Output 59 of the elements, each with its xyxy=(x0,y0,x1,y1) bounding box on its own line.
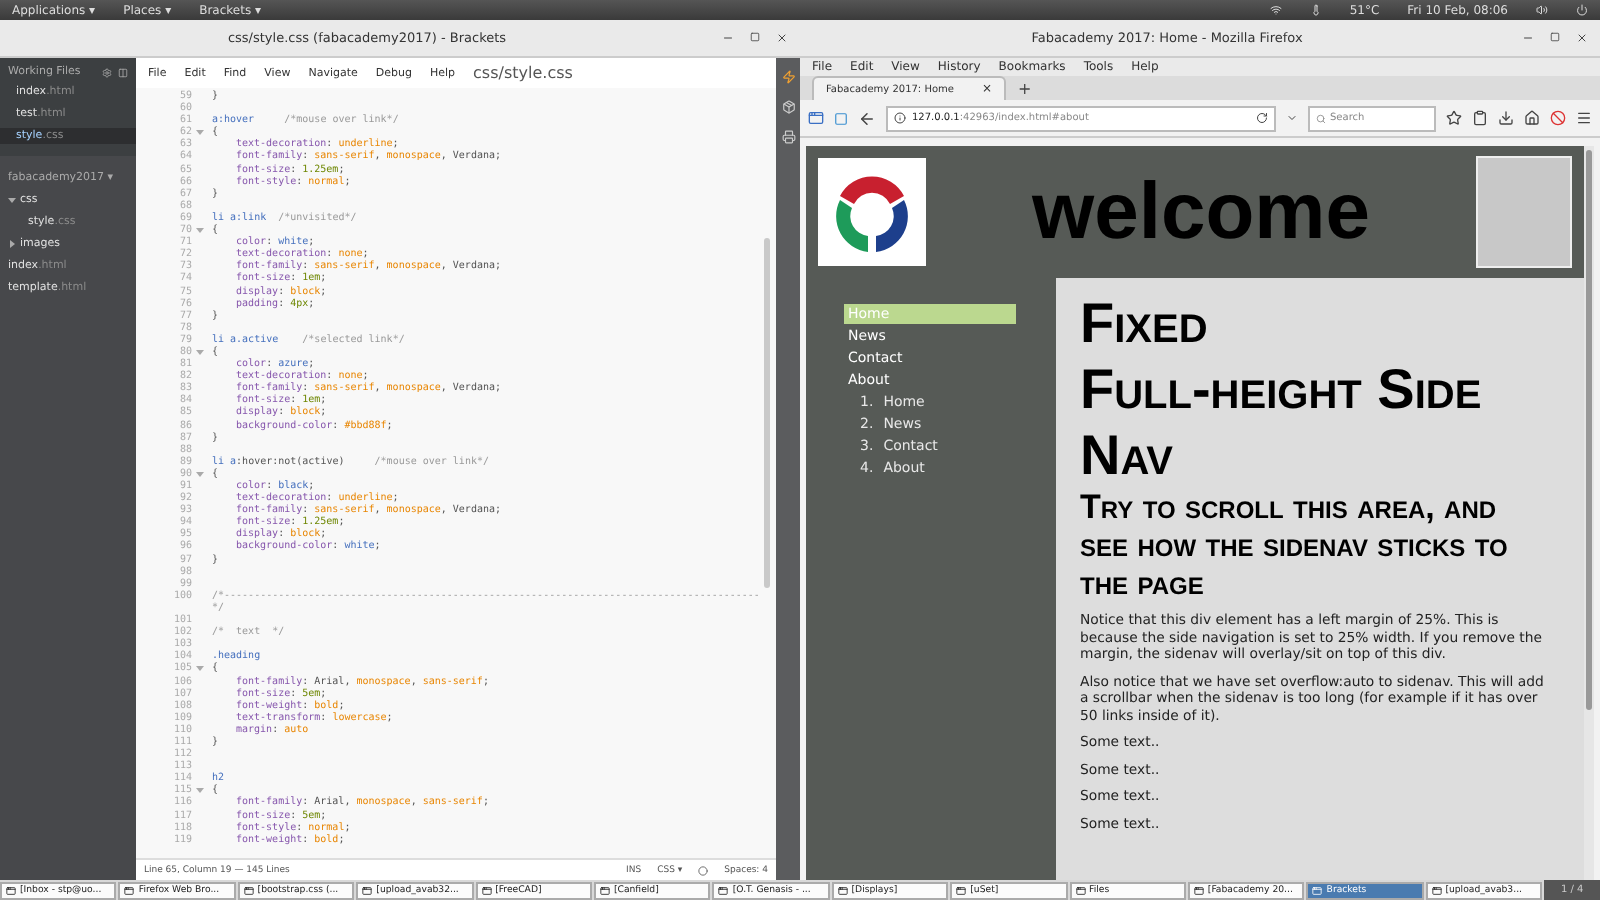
thermometer-icon xyxy=(1309,4,1322,16)
extensions-icon[interactable] xyxy=(781,100,795,114)
page-title: Nav xyxy=(1080,422,1176,488)
app-icon xyxy=(243,885,254,895)
addon-icon[interactable] xyxy=(834,111,848,125)
home-icon[interactable] xyxy=(1524,110,1540,126)
blocker-icon[interactable] xyxy=(1550,110,1566,126)
caret-down-icon[interactable] xyxy=(196,226,204,235)
scrollbar-thumb[interactable] xyxy=(764,238,770,588)
caret-down-icon[interactable] xyxy=(8,196,16,204)
info-icon[interactable] xyxy=(894,112,906,124)
file-title: css/style.css xyxy=(473,64,573,82)
app-icon xyxy=(362,885,373,895)
app-icon xyxy=(6,885,16,895)
close-icon[interactable] xyxy=(1576,32,1588,44)
app-icon xyxy=(1193,885,1204,895)
app-icon xyxy=(1075,885,1086,895)
app-icon xyxy=(1431,885,1442,895)
maximize-icon[interactable] xyxy=(750,32,760,42)
app-icon xyxy=(718,885,729,895)
clipboard-icon[interactable] xyxy=(1472,110,1488,126)
subheading: Try to scroll this area, and see how the sidenav sticks to the page xyxy=(1080,488,1510,602)
page-title: Full-height Side xyxy=(1080,356,1484,422)
back-icon[interactable] xyxy=(858,109,876,127)
volume-icon[interactable] xyxy=(1536,4,1548,16)
app-icon xyxy=(599,885,610,895)
app-icon xyxy=(481,885,492,895)
printer-icon[interactable] xyxy=(781,130,795,144)
caret-down-icon[interactable] xyxy=(196,128,204,137)
caret-down-icon[interactable] xyxy=(196,664,204,673)
page-title: Fixed xyxy=(1080,290,1210,356)
app-icon xyxy=(124,885,135,895)
app-icon xyxy=(1312,885,1323,895)
minimize-icon[interactable] xyxy=(722,32,734,44)
linter-icon[interactable] xyxy=(698,865,709,875)
download-icon[interactable] xyxy=(1498,110,1514,126)
app-icon xyxy=(837,885,848,895)
maximize-icon[interactable] xyxy=(1550,32,1560,42)
caret-down-icon[interactable] xyxy=(196,348,204,357)
live-preview-icon[interactable] xyxy=(781,70,795,84)
close-icon[interactable] xyxy=(776,32,788,44)
split-view-icon[interactable] xyxy=(118,67,128,77)
network-icon[interactable] xyxy=(1269,4,1282,16)
caret-right-icon[interactable] xyxy=(8,240,16,248)
scrollbar-thumb[interactable] xyxy=(1586,150,1592,710)
caret-down-icon[interactable] xyxy=(196,786,204,795)
page-heading: welcome xyxy=(1030,167,1372,257)
app-icon xyxy=(956,885,967,895)
new-tab[interactable]: + xyxy=(1018,79,1032,97)
bookmark-star-icon[interactable] xyxy=(1446,110,1462,126)
minimize-icon[interactable] xyxy=(1522,32,1534,44)
menu-icon[interactable] xyxy=(1576,110,1592,126)
settings-icon[interactable] xyxy=(102,67,112,77)
search-icon xyxy=(1316,113,1326,123)
addon-icon[interactable] xyxy=(808,110,824,126)
photo-placeholder xyxy=(1476,156,1572,268)
caret-down-icon[interactable] xyxy=(196,469,204,478)
reload-icon[interactable] xyxy=(1256,112,1268,124)
power-icon[interactable] xyxy=(1576,4,1588,16)
